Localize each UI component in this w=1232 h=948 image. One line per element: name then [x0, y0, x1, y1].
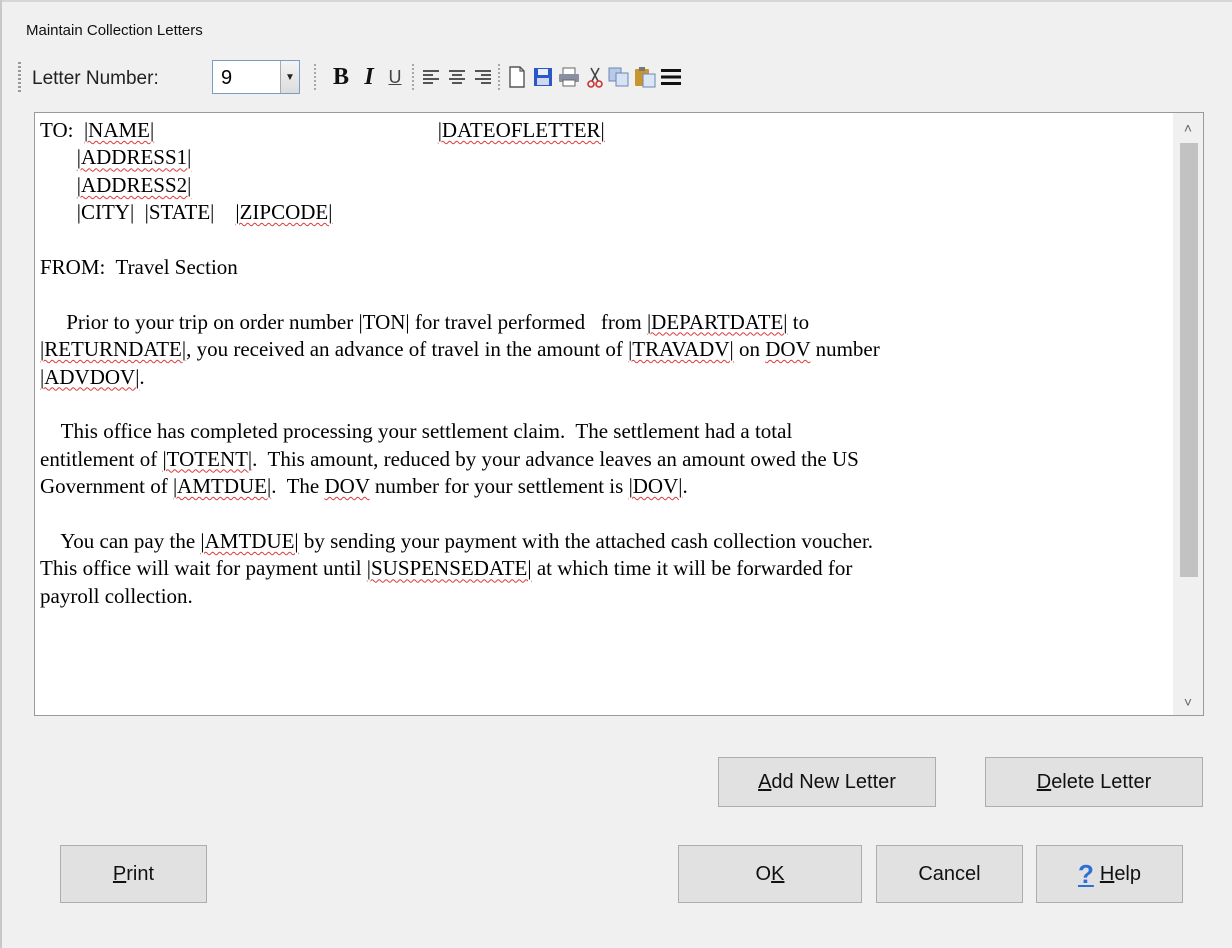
merge-field-text: |RETURNDATE| — [40, 337, 187, 362]
letter-line: You can pay the |AMTDUE| by sending your… — [40, 528, 1168, 555]
merge-field-text: |SUSPENSEDATE| — [366, 556, 532, 581]
merge-field-text: |ZIPCODE| — [235, 200, 333, 225]
dialog-title: Maintain Collection Letters — [26, 22, 203, 39]
paste-icon[interactable] — [634, 62, 656, 92]
letter-text: . — [139, 364, 145, 389]
letter-text: . This amount, reduced by your advance l… — [252, 446, 859, 471]
letter-text: |CITY| |STATE| — [40, 200, 236, 225]
scroll-up-icon[interactable]: ˄ — [1173, 115, 1203, 141]
letter-number-label: Letter Number: — [32, 68, 159, 89]
merge-field-text: |AMTDUE| — [172, 474, 272, 499]
merge-field-text: |TOTENT| — [162, 446, 253, 471]
letter-line: TO: |NAME| |DATEOFLETTER| — [40, 117, 1168, 144]
merge-field-text: |TRAVADV| — [628, 337, 734, 362]
print-button[interactable]: Print — [60, 845, 207, 903]
merge-field-text: |DATEOFLETTER| — [437, 118, 605, 142]
align-right-icon[interactable] — [472, 62, 494, 92]
scroll-down-icon[interactable]: ˅ — [1173, 689, 1203, 715]
letter-text: by sending your payment with the attache… — [298, 528, 874, 553]
merge-field-text: |ADVDOV| — [40, 364, 140, 389]
letter-text: , you received an advance of travel in t… — [186, 337, 629, 362]
bold-icon[interactable]: B — [330, 62, 352, 92]
letter-text — [40, 145, 77, 169]
ok-button[interactable]: OK — [678, 845, 862, 903]
toolbar-separator — [314, 64, 316, 92]
merge-field-text: |DOV| — [628, 474, 683, 499]
merge-field-text: DOV — [324, 474, 370, 499]
window-left-edge — [0, 0, 2, 948]
letter-line: Government of |AMTDUE|. The DOV number f… — [40, 473, 1168, 500]
letter-text — [154, 118, 438, 142]
letter-text: FROM: Travel Section — [40, 254, 238, 279]
letter-text: Prior to your trip on order number |TON|… — [40, 309, 647, 334]
italic-icon[interactable]: I — [358, 62, 380, 92]
formatting-toolbar: Letter Number: 9 ▼ B I U — [14, 60, 834, 96]
letter-line: This office will wait for payment until … — [40, 555, 1168, 582]
letter-text: You can pay the — [40, 528, 201, 553]
cut-icon[interactable] — [584, 62, 606, 92]
letter-text: TO: — [40, 118, 84, 142]
letter-text: to — [787, 309, 810, 334]
letter-line: |ADDRESS1| — [40, 144, 1168, 171]
letter-line: |ADVDOV|. — [40, 364, 1168, 391]
letter-text: This office will wait for payment until — [40, 556, 367, 581]
letter-text: payroll collection. — [40, 583, 193, 608]
new-document-icon[interactable] — [506, 62, 528, 92]
letter-text: number — [810, 337, 880, 362]
help-button[interactable]: ? Help — [1036, 845, 1183, 903]
editor-scrollbar[interactable]: ˄ ˅ — [1173, 113, 1203, 715]
window-top-edge — [0, 0, 1232, 2]
letter-editor[interactable]: TO: |NAME| |DATEOFLETTER| |ADDRESS1| |AD… — [34, 112, 1204, 716]
letter-text: This office has completed processing you… — [40, 419, 793, 444]
toolbar-separator — [412, 64, 414, 92]
help-icon: ? — [1077, 858, 1094, 889]
merge-field-text: DOV — [765, 337, 811, 362]
add-new-letter-button[interactable]: Add New Letter — [718, 757, 936, 807]
toolbar-grip[interactable] — [18, 62, 21, 92]
letter-text — [40, 173, 77, 197]
chevron-down-icon[interactable]: ▼ — [280, 61, 299, 93]
letter-line: payroll collection. — [40, 583, 1168, 610]
merge-field-text: |ADDRESS2| — [76, 172, 192, 197]
letter-line: |CITY| |STATE| |ZIPCODE| — [40, 199, 1168, 226]
letter-text: . The — [271, 474, 325, 499]
align-left-icon[interactable] — [420, 62, 442, 92]
toolbar-separator — [498, 64, 500, 92]
letter-text: Government of — [40, 474, 173, 499]
letter-line: FROM: Travel Section — [40, 254, 1168, 281]
letter-number-combo[interactable]: 9 ▼ — [212, 60, 300, 94]
print-icon[interactable] — [558, 62, 580, 92]
copy-icon[interactable] — [608, 62, 630, 92]
letter-line: |ADDRESS2| — [40, 172, 1168, 199]
scroll-thumb[interactable] — [1180, 143, 1198, 577]
underline-icon[interactable]: U — [384, 62, 406, 92]
letter-body[interactable]: TO: |NAME| |DATEOFLETTER| |ADDRESS1| |AD… — [40, 117, 1168, 610]
merge-field-text: |AMTDUE| — [200, 528, 299, 553]
letter-text: . — [682, 474, 688, 499]
menu-icon[interactable] — [660, 62, 682, 92]
letter-text: at which time it will be forwarded for — [531, 556, 853, 581]
letter-line: entitlement of |TOTENT|. This amount, re… — [40, 446, 1168, 473]
merge-field-text: |DEPARTDATE| — [646, 309, 788, 334]
letter-line: This office has completed processing you… — [40, 418, 1168, 445]
merge-field-text: |NAME| — [83, 118, 155, 142]
letter-line: |RETURNDATE|, you received an advance of… — [40, 336, 1168, 363]
merge-field-text: |ADDRESS1| — [76, 145, 192, 170]
letter-text: number for your settlement is — [369, 474, 629, 499]
letter-text: on — [733, 337, 766, 362]
save-icon[interactable] — [532, 62, 554, 92]
delete-letter-button[interactable]: Delete Letter — [985, 757, 1203, 807]
letter-number-value[interactable]: 9 — [221, 67, 232, 90]
align-center-icon[interactable] — [446, 62, 468, 92]
letter-line: Prior to your trip on order number |TON|… — [40, 309, 1168, 336]
cancel-button[interactable]: Cancel — [876, 845, 1023, 903]
letter-text: entitlement of — [40, 446, 163, 471]
